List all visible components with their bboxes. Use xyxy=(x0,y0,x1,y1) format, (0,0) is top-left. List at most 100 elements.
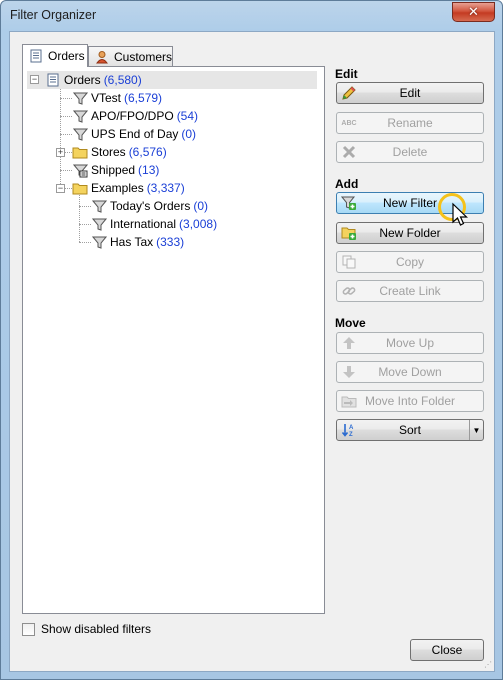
copy-button[interactable]: Copy xyxy=(336,251,484,273)
tree-item-vtest[interactable]: VTest (6,579) xyxy=(72,89,162,107)
arrow-up-icon xyxy=(341,335,357,351)
move-down-button[interactable]: Move Down xyxy=(336,361,484,383)
tree-connector xyxy=(60,98,72,99)
rename-button-label: Rename xyxy=(387,116,433,130)
tree-item-count: (0) xyxy=(181,127,197,141)
tab-orders[interactable]: Orders xyxy=(22,44,88,67)
collapse-toggle[interactable]: − xyxy=(56,184,65,193)
move-into-folder-button-label: Move Into Folder xyxy=(364,394,456,408)
sort-dropdown-arrow-icon[interactable]: ▼ xyxy=(469,420,483,440)
tab-customers[interactable]: Customers xyxy=(88,46,173,66)
orders-icon xyxy=(29,49,43,63)
tree-item-label: International xyxy=(110,217,177,231)
section-edit-label: Edit xyxy=(335,67,358,81)
tree-item-label: Today's Orders xyxy=(110,199,191,213)
tree-item-stores[interactable]: Stores (6,576) xyxy=(72,143,167,161)
customer-person-icon xyxy=(95,50,109,64)
show-disabled-filters-checkbox[interactable] xyxy=(22,622,35,636)
tree-connector xyxy=(60,116,72,117)
new-folder-button-label: New Folder xyxy=(379,226,441,240)
arrow-down-icon xyxy=(341,364,357,380)
tree-item-label: UPS End of Day xyxy=(91,127,179,141)
rename-abc-icon: ABC xyxy=(341,119,357,127)
tree-connector xyxy=(65,152,72,153)
tree-item-label: Shipped xyxy=(91,163,136,177)
tree-connector xyxy=(60,87,61,188)
link-chain-icon xyxy=(341,283,357,299)
show-disabled-filters-row[interactable]: Show disabled filters xyxy=(22,622,151,636)
move-up-button-label: Move Up xyxy=(385,336,435,350)
pencil-icon xyxy=(341,85,357,101)
delete-button[interactable]: Delete xyxy=(336,141,484,163)
tree-item-label: VTest xyxy=(91,91,122,105)
new-filter-button-label: New Filter xyxy=(382,196,437,210)
tree-connector xyxy=(79,242,91,243)
move-down-button-label: Move Down xyxy=(378,365,442,379)
delete-x-icon xyxy=(341,144,357,160)
folder-icon xyxy=(72,180,88,196)
new-folder-icon xyxy=(341,225,357,241)
tree-item-count: (6,580) xyxy=(103,73,142,87)
sort-az-icon: AZ xyxy=(341,422,357,438)
filter-funnel-icon xyxy=(72,90,88,106)
filter-funnel-icon xyxy=(91,234,107,250)
rename-button[interactable]: ABC Rename xyxy=(336,112,484,134)
filter-tree[interactable]: − Orders (6,580) VTest (6,579) APO/FPO/D… xyxy=(27,70,320,609)
edit-button-label: Edit xyxy=(399,86,421,100)
filter-funnel-icon xyxy=(91,198,107,214)
tree-connector xyxy=(79,195,80,242)
dialog-client-area: Orders Customers − Orders (6,580) VTest … xyxy=(9,31,495,672)
tree-item-apo-fpo-dpo[interactable]: APO/FPO/DPO (54) xyxy=(72,107,198,125)
resize-grip-icon[interactable]: ⋰ xyxy=(484,660,492,669)
collapse-toggle[interactable]: − xyxy=(30,75,39,84)
move-up-button[interactable]: Move Up xyxy=(336,332,484,354)
tree-item-label: Orders xyxy=(64,73,101,87)
tree-item-has-tax[interactable]: Has Tax (333) xyxy=(91,233,184,251)
filter-funnel-icon xyxy=(91,216,107,232)
shipped-filter-icon xyxy=(72,162,88,178)
tree-item-count: (3,337) xyxy=(146,181,185,195)
tab-orders-label: Orders xyxy=(48,49,85,63)
filter-funnel-icon xyxy=(72,126,88,142)
section-move-label: Move xyxy=(335,316,366,330)
tree-item-count: (0) xyxy=(193,199,208,213)
tree-item-count: (13) xyxy=(138,163,160,177)
move-into-folder-icon xyxy=(341,393,357,409)
filter-funnel-icon xyxy=(72,108,88,124)
copy-button-label: Copy xyxy=(395,255,424,269)
title-bar[interactable]: Filter Organizer ✕ xyxy=(1,1,502,31)
tree-item-label: Examples xyxy=(91,181,144,195)
folder-icon xyxy=(72,144,88,160)
tree-item-todays-orders[interactable]: Today's Orders (0) xyxy=(91,197,208,215)
sort-button[interactable]: AZ Sort ▼ xyxy=(336,419,484,441)
tree-item-shipped[interactable]: Shipped (13) xyxy=(72,161,159,179)
tree-item-count: (54) xyxy=(176,109,199,123)
tree-item-count: (333) xyxy=(156,235,185,249)
svg-text:A: A xyxy=(349,425,354,431)
close-button[interactable]: Close xyxy=(410,639,484,661)
new-folder-button[interactable]: New Folder xyxy=(336,222,484,244)
copy-icon xyxy=(341,254,357,270)
svg-text:Z: Z xyxy=(349,432,353,438)
tree-connector xyxy=(65,188,72,189)
tree-item-label: Stores xyxy=(91,145,126,159)
new-filter-button[interactable]: New Filter xyxy=(336,192,484,214)
window-close-button[interactable]: ✕ xyxy=(452,2,495,22)
move-into-folder-button[interactable]: Move Into Folder xyxy=(336,390,484,412)
tree-item-international[interactable]: International (3,008) xyxy=(91,215,217,233)
delete-button-label: Delete xyxy=(392,145,428,159)
tab-customers-label: Customers xyxy=(114,49,173,64)
create-link-button-label: Create Link xyxy=(379,284,441,298)
edit-button[interactable]: Edit xyxy=(336,82,484,104)
tree-connector xyxy=(60,170,72,171)
tree-item-orders-root[interactable]: − Orders (6,580) xyxy=(27,71,317,89)
tree-item-examples[interactable]: Examples (3,337) xyxy=(72,179,185,197)
expand-toggle[interactable]: + xyxy=(56,148,65,157)
tree-item-label: Has Tax xyxy=(110,235,154,249)
tree-item-count: (3,008) xyxy=(179,217,218,231)
filter-organizer-window: Filter Organizer ✕ Orders Customers − Or… xyxy=(0,0,503,680)
create-link-button[interactable]: Create Link xyxy=(336,280,484,302)
orders-icon xyxy=(45,72,61,88)
tree-connector xyxy=(79,224,91,225)
tree-item-ups-end-of-day[interactable]: UPS End of Day (0) xyxy=(72,125,196,143)
